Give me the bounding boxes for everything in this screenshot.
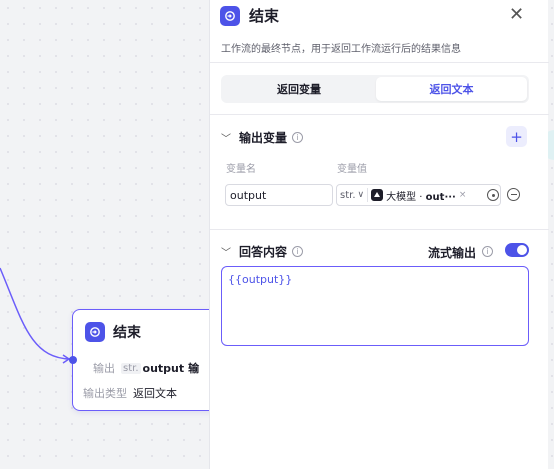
- divider: [210, 62, 549, 63]
- ref-variable: out···: [425, 191, 456, 203]
- panel-title[interactable]: 结束: [249, 5, 279, 26]
- node-output-suffix: 输: [188, 362, 200, 375]
- end-node-config-panel: 结束 ✕ 工作流的最终节点，用于返回工作流运行后的结果信息 返回变量 返回文本 …: [209, 0, 549, 469]
- llm-node-icon: [371, 189, 384, 201]
- end-node-icon: [220, 5, 240, 26]
- column-label-name: 变量名: [226, 164, 256, 175]
- output-variables-header[interactable]: ﹀ 输出变量 i: [221, 129, 304, 146]
- type-label: str.: [340, 189, 356, 201]
- add-variable-button[interactable]: +: [506, 126, 527, 147]
- variable-value-select[interactable]: str. ∨ 大模型 · out··· ×: [336, 184, 501, 206]
- ref-separator: ·: [419, 191, 423, 203]
- node-output-type-label: 输出类型: [83, 387, 127, 400]
- divider: [367, 188, 369, 202]
- streaming-output-toggle[interactable]: [505, 243, 529, 257]
- chevron-down-icon: ﹀: [221, 248, 231, 259]
- chevron-down-icon[interactable]: ∨: [358, 190, 365, 200]
- streaming-output-label: 流式输出: [428, 246, 477, 260]
- node-output-type-value: 返回文本: [133, 387, 177, 400]
- tab-return-text[interactable]: 返回文本: [376, 77, 527, 101]
- node-output-value: output: [142, 361, 185, 375]
- referenced-variable: 大模型 · out···: [386, 188, 456, 203]
- answer-content-editor[interactable]: {{output}}: [221, 266, 529, 346]
- info-icon[interactable]: i: [292, 132, 304, 143]
- answer-content-header[interactable]: ﹀ 回答内容 i: [221, 243, 304, 260]
- node-header: 结束: [85, 322, 141, 342]
- end-node-icon: [85, 322, 105, 342]
- return-mode-tabs: 返回变量 返回文本: [221, 75, 529, 103]
- node-output-type-row: 输出类型 返回文本: [83, 385, 177, 401]
- connection-edge: [0, 267, 71, 364]
- end-node-card[interactable]: 结束 输出 str. output 输 输出类型 返回文本: [69, 309, 224, 411]
- divider: [210, 114, 549, 115]
- variable-picker-icon[interactable]: [487, 189, 499, 201]
- panel-header: 结束: [220, 5, 279, 26]
- node-title: 结束: [113, 325, 141, 341]
- input-port[interactable]: [69, 356, 77, 364]
- answer-content-title: 回答内容: [239, 245, 288, 259]
- remove-variable-icon[interactable]: [507, 188, 520, 201]
- variable-name-input[interactable]: output: [225, 184, 333, 206]
- panel-description: 工作流的最终节点，用于返回工作流运行后的结果信息: [221, 44, 461, 55]
- ref-source: 大模型: [386, 191, 417, 203]
- tab-return-variables[interactable]: 返回变量: [223, 77, 375, 101]
- column-label-value: 变量值: [337, 164, 367, 175]
- node-output-type-tag: str.: [121, 362, 141, 374]
- node-output-label: 输出: [93, 362, 115, 375]
- chevron-down-icon: ﹀: [221, 134, 231, 145]
- close-icon[interactable]: ✕: [509, 4, 524, 25]
- divider: [210, 229, 549, 230]
- info-icon[interactable]: i: [292, 246, 304, 257]
- clear-icon[interactable]: ×: [459, 190, 467, 200]
- node-output-row: 输出 str. output 输: [93, 360, 199, 376]
- info-icon[interactable]: i: [482, 246, 493, 257]
- output-variables-title: 输出变量: [239, 131, 288, 145]
